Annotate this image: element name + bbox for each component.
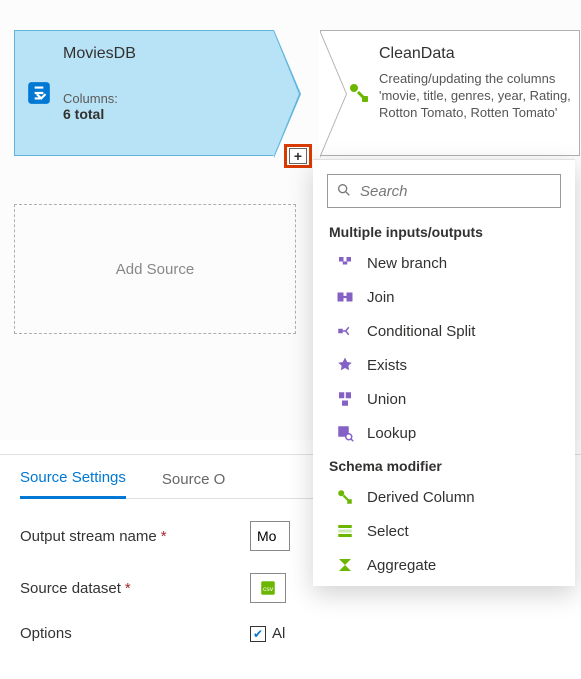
options-value: Al	[272, 625, 285, 642]
tab-source-options[interactable]: Source O	[162, 471, 225, 498]
menu-item-lookup[interactable]: Lookup	[313, 416, 575, 450]
options-label: Options	[20, 625, 250, 642]
derived-column-node[interactable]: CleanData Creating/updating the columns …	[320, 30, 580, 156]
add-source-label: Add Source	[116, 261, 194, 278]
source-node-title: MoviesDB	[63, 45, 269, 63]
output-stream-label: Output stream name*	[20, 528, 250, 545]
options-checkbox[interactable]: ✔	[250, 626, 266, 642]
lookup-icon	[335, 424, 355, 442]
menu-group-schema: Schema modifier	[313, 450, 575, 480]
menu-item-select[interactable]: Select	[313, 514, 575, 548]
menu-item-join[interactable]: Join	[313, 280, 575, 314]
menu-item-exists[interactable]: Exists	[313, 348, 575, 382]
required-icon: *	[161, 528, 167, 545]
menu-item-aggregate[interactable]: Aggregate	[313, 548, 575, 582]
union-icon	[335, 390, 355, 408]
menu-item-label: Aggregate	[367, 557, 436, 574]
menu-group-multi: Multiple inputs/outputs	[313, 216, 575, 246]
menu-item-derived-column[interactable]: Derived Column	[313, 480, 575, 514]
dataset-icon: csv	[259, 579, 277, 597]
transformation-menu: Search Multiple inputs/outputs New branc…	[313, 159, 575, 586]
exists-icon	[335, 356, 355, 374]
menu-item-new-branch[interactable]: New branch	[313, 246, 575, 280]
source-icon	[15, 31, 63, 155]
output-stream-input[interactable]	[250, 521, 290, 551]
search-icon	[336, 182, 352, 201]
derived-icon	[335, 488, 355, 506]
source-columns-label: Columns:	[63, 91, 269, 106]
aggregate-icon	[335, 556, 355, 574]
search-placeholder: Search	[360, 183, 408, 200]
menu-item-label: New branch	[367, 255, 447, 272]
clean-node-description: Creating/updating the columns 'movie, ti…	[379, 71, 571, 122]
select-icon	[335, 522, 355, 540]
add-transformation-button[interactable]: +	[284, 144, 312, 168]
menu-item-label: Derived Column	[367, 489, 475, 506]
branch-icon	[335, 254, 355, 272]
menu-item-label: Exists	[367, 357, 407, 374]
menu-item-label: Union	[367, 391, 406, 408]
split-icon	[335, 322, 355, 340]
menu-item-label: Select	[367, 523, 409, 540]
tab-source-settings[interactable]: Source Settings	[20, 469, 126, 499]
menu-item-label: Conditional Split	[367, 323, 475, 340]
plus-icon: +	[289, 148, 307, 164]
source-dataset-label: Source dataset*	[20, 580, 250, 597]
derived-column-icon	[321, 31, 379, 155]
join-icon	[335, 288, 355, 306]
menu-item-label: Join	[367, 289, 395, 306]
menu-item-label: Lookup	[367, 425, 416, 442]
search-input[interactable]: Search	[327, 174, 561, 208]
required-icon: *	[125, 580, 131, 597]
add-source-placeholder[interactable]: Add Source	[14, 204, 296, 334]
menu-item-conditional-split[interactable]: Conditional Split	[313, 314, 575, 348]
svg-text:csv: csv	[263, 586, 274, 593]
menu-item-union[interactable]: Union	[313, 382, 575, 416]
clean-node-title: CleanData	[379, 45, 571, 63]
source-node[interactable]: MoviesDB Columns: 6 total	[14, 30, 274, 156]
source-columns-value: 6 total	[63, 106, 269, 122]
source-dataset-select[interactable]: csv	[250, 573, 286, 603]
